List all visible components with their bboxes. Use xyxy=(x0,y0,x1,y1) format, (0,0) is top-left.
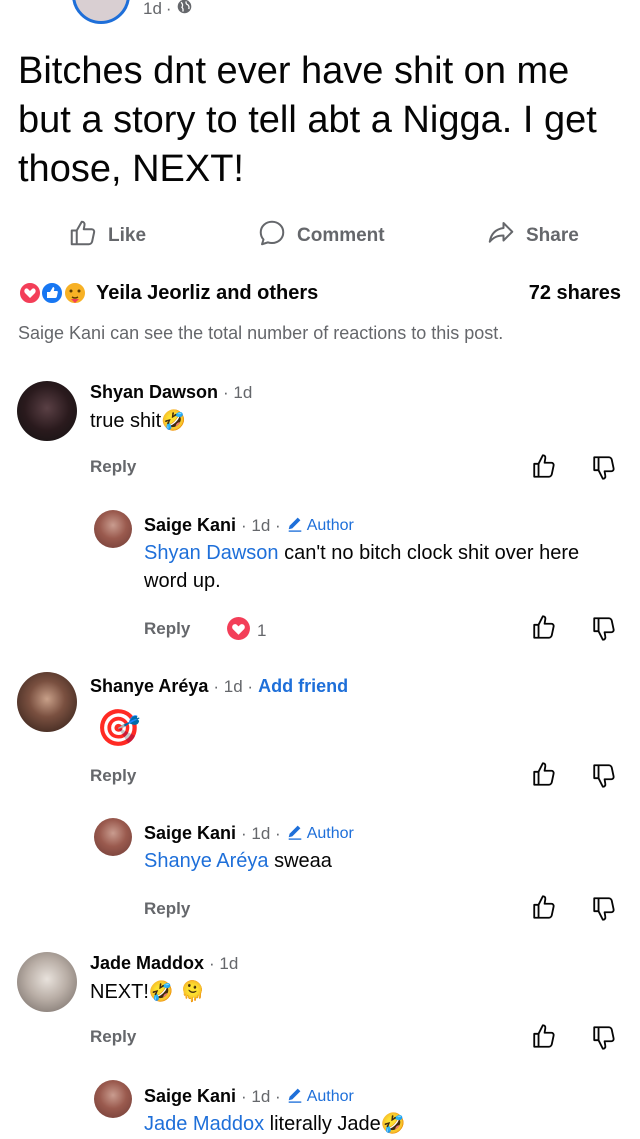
mention-link[interactable]: Shanye Aréya xyxy=(144,850,269,872)
upvote-icon[interactable] xyxy=(532,760,558,793)
author-name[interactable]: Saige Kani xyxy=(144,1086,236,1107)
author-avatar[interactable] xyxy=(94,818,132,856)
reply-text: Jade Maddox literally Jade🤣 xyxy=(144,1111,406,1135)
reply-text: Shyan Dawson can't no bitch clock shit o… xyxy=(144,542,580,592)
rofl-emoji: 🤣 xyxy=(380,1111,406,1135)
author-name[interactable]: Saige Kani xyxy=(144,823,236,844)
reactions-summary[interactable]: Yeila Jeorliz and others xyxy=(96,282,318,305)
post-text: Bitches dnt ever have shit on me but a s… xyxy=(18,50,597,190)
thumbs-up-icon xyxy=(68,218,98,254)
meta-dot: · xyxy=(165,0,172,18)
back-icon[interactable] xyxy=(28,0,48,6)
comment-header: Shanye Aréya · 1d · Add friend xyxy=(90,676,348,697)
share-label: Share xyxy=(526,225,579,246)
author-badge: Author xyxy=(286,1085,354,1108)
reply-button[interactable]: Reply xyxy=(90,457,136,477)
comment-time: · 1d xyxy=(223,383,253,402)
downvote-icon[interactable] xyxy=(592,1024,618,1057)
reply-button[interactable]: Reply xyxy=(144,899,190,919)
comment-button[interactable]: Comment xyxy=(257,218,385,254)
downvote-icon[interactable] xyxy=(592,454,618,487)
upvote-icon[interactable] xyxy=(532,1022,558,1055)
author-badge: Author xyxy=(286,822,354,845)
author-name[interactable]: Saige Kani xyxy=(144,515,236,536)
poster-avatar[interactable] xyxy=(72,0,130,24)
commenter-name[interactable]: Shanye Aréya xyxy=(90,676,208,697)
like-button[interactable]: Like xyxy=(68,218,146,254)
comment-time: · 1d · xyxy=(213,677,254,696)
share-icon xyxy=(486,218,516,254)
comment-icon xyxy=(257,218,287,254)
comment-text: true shit🤣 xyxy=(90,408,187,432)
reply-button[interactable]: Reply xyxy=(144,619,190,639)
pencil-icon xyxy=(286,822,304,845)
like-label: Like xyxy=(108,225,147,246)
mention-link[interactable]: Jade Maddox xyxy=(144,1113,264,1135)
reply-time: · 1d · xyxy=(241,823,281,843)
commenter-avatar[interactable] xyxy=(17,952,77,1012)
pencil-icon xyxy=(286,1085,304,1108)
comment-label: Comment xyxy=(297,225,385,246)
heart-reaction[interactable]: 1 xyxy=(226,616,266,646)
reply-button[interactable]: Reply xyxy=(90,1027,136,1047)
downvote-icon[interactable] xyxy=(592,762,618,795)
upvote-icon[interactable] xyxy=(532,613,558,646)
author-avatar[interactable] xyxy=(94,1080,132,1118)
reply-text: Shanye Aréya sweaa xyxy=(144,850,332,872)
commenter-name[interactable]: Shyan Dawson xyxy=(90,382,218,403)
reply-header: Saige Kani · 1d · Author xyxy=(144,1085,354,1108)
reaction-icons[interactable] xyxy=(17,280,93,306)
commenter-avatar[interactable] xyxy=(17,381,77,441)
commenter-name[interactable]: Jade Maddox xyxy=(90,953,204,974)
downvote-icon[interactable] xyxy=(592,895,618,928)
bullseye-emoji: 🎯 xyxy=(96,708,141,749)
add-friend-link[interactable]: Add friend xyxy=(258,676,348,697)
comment-header: Jade Maddox · 1d xyxy=(90,953,238,974)
reply-header: Saige Kani · 1d · Author xyxy=(144,514,354,537)
upvote-icon[interactable] xyxy=(532,893,558,926)
reply-time: · 1d · xyxy=(241,1086,281,1106)
reaction-count: 1 xyxy=(257,621,267,640)
author-badge: Author xyxy=(286,514,354,537)
post-meta: 1d · xyxy=(143,0,193,20)
author-avatar[interactable] xyxy=(94,510,132,548)
rofl-emoji: 🤣 xyxy=(161,408,187,432)
upvote-icon[interactable] xyxy=(532,452,558,485)
pencil-icon xyxy=(286,514,304,537)
commenter-avatar[interactable] xyxy=(17,672,77,732)
share-button[interactable]: Share xyxy=(486,218,579,254)
reactions-notice: Saige Kani can see the total number of r… xyxy=(18,323,504,343)
reply-header: Saige Kani · 1d · Author xyxy=(144,822,354,845)
reply-button[interactable]: Reply xyxy=(90,766,136,786)
heart-icon xyxy=(226,616,251,646)
emoji-group: 🤣 🫠 xyxy=(148,979,206,1003)
comment-time: · 1d xyxy=(209,954,239,973)
reply-time: · 1d · xyxy=(241,515,281,535)
comment-header: Shyan Dawson · 1d xyxy=(90,382,252,403)
mention-link[interactable]: Shyan Dawson xyxy=(144,542,279,564)
globe-icon xyxy=(176,0,193,20)
downvote-icon[interactable] xyxy=(592,615,618,648)
post-time: 1d xyxy=(143,0,162,18)
shares-count[interactable]: 72 shares xyxy=(529,282,621,305)
comment-text: NEXT!🤣 🫠 xyxy=(90,979,206,1003)
